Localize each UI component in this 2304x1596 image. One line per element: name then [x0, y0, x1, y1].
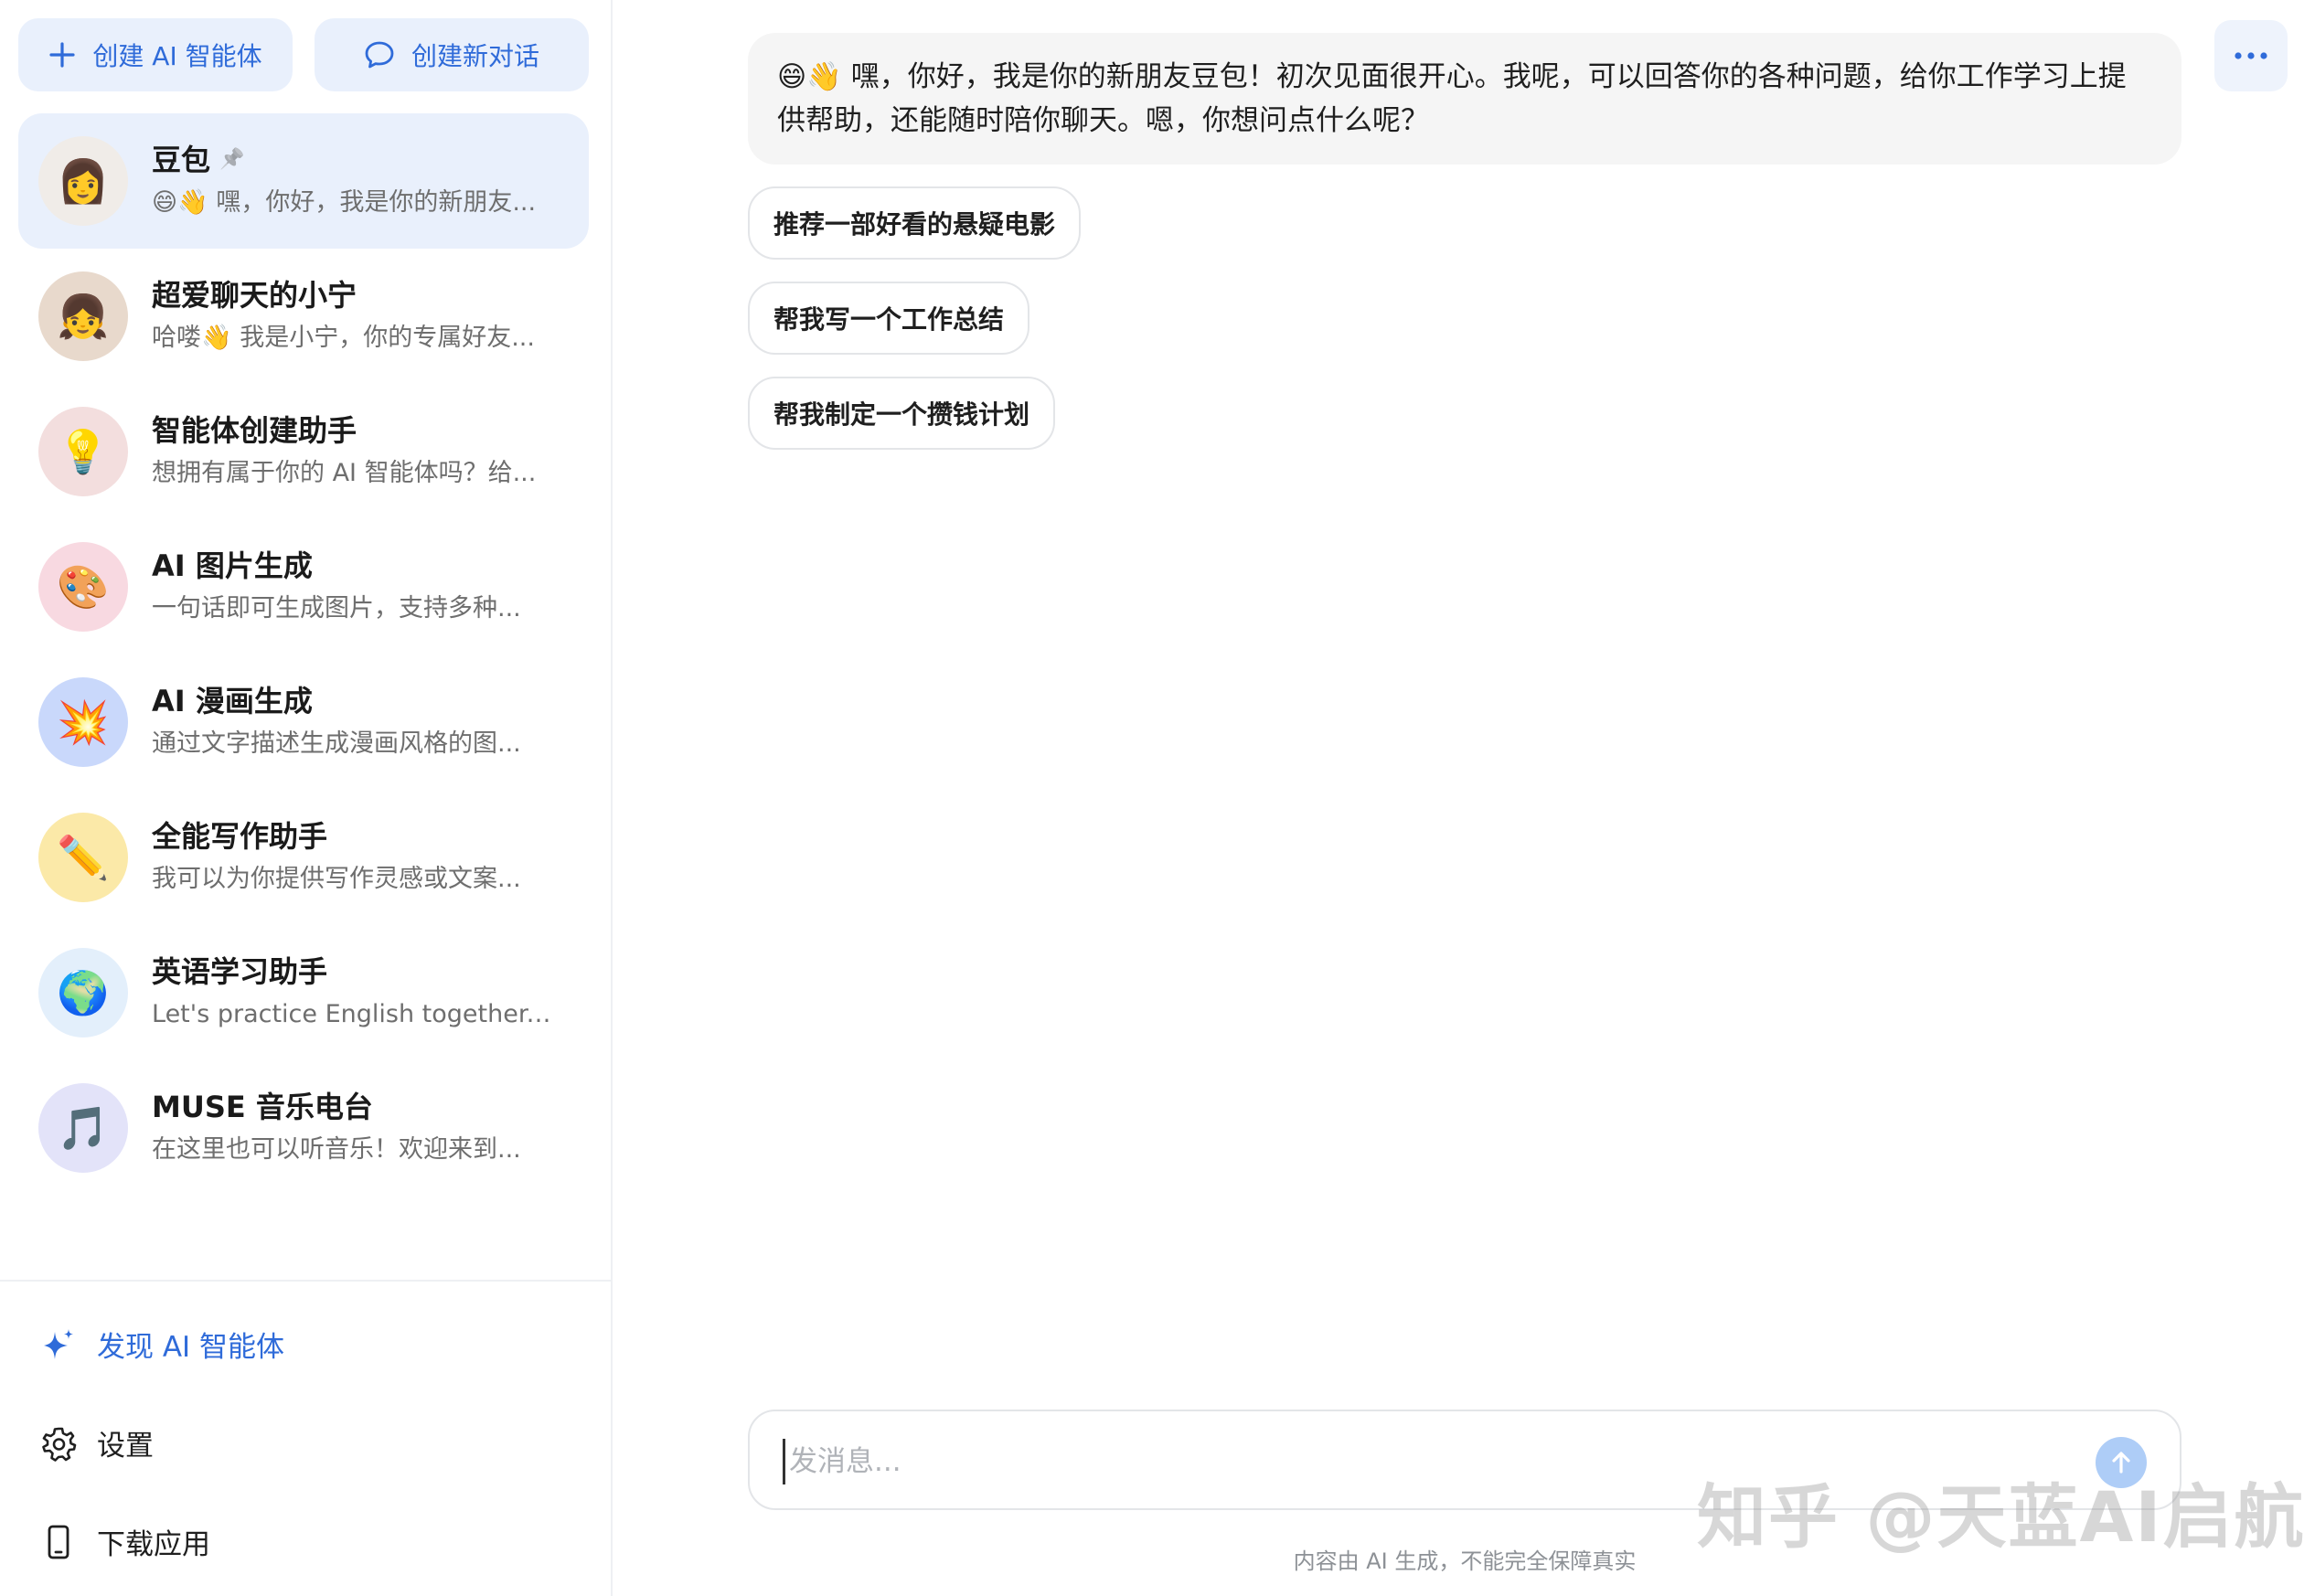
agent-item[interactable]: 💡 智能体创建助手想拥有属于你的 AI 智能体吗？给...: [18, 384, 589, 519]
agent-list: 👩 豆包 📌 😄👋 嘿，你好，我是你的新朋友... 👧 超爱聊天的小宁哈喽👋 我是小宁，你…: [18, 113, 589, 1196]
create-agent-label: 创建 AI 智能体: [92, 41, 262, 71]
agent-name-row: 智能体创建助手: [152, 410, 554, 451]
agent-preview: 我可以为你提供写作灵感或文案...: [152, 865, 521, 893]
agent-item[interactable]: 🎵 MUSE 音乐电台在这里也可以听音乐！欢迎来到...: [18, 1060, 589, 1196]
agent-name: 豆包: [152, 143, 211, 177]
agent-preview: 想拥有属于你的 AI 智能体吗？给...: [152, 459, 537, 487]
chat-bubble-icon: [365, 41, 394, 69]
agent-name: 英语学习助手: [152, 954, 328, 989]
download-label: 下载应用: [97, 1528, 210, 1561]
agent-text: AI 图片生成一句话即可生成图片，支持多种...: [152, 546, 554, 628]
agent-item[interactable]: 🎨 AI 图片生成一句话即可生成图片，支持多种...: [18, 519, 589, 654]
agent-name-row: 豆包 📌: [152, 140, 554, 180]
agent-name: MUSE 音乐电台: [152, 1090, 373, 1124]
download-app-link[interactable]: 下载应用: [40, 1521, 210, 1562]
arrow-up-icon: [2112, 1452, 2130, 1474]
agent-text: MUSE 音乐电台在这里也可以听音乐！欢迎来到...: [152, 1087, 554, 1169]
agent-text: AI 漫画生成通过文字描述生成漫画风格的图...: [152, 681, 554, 763]
new-chat-label: 创建新对话: [411, 41, 539, 71]
agent-avatar: ✏️: [38, 813, 128, 902]
agent-name-row: 英语学习助手: [152, 952, 554, 992]
divider: [0, 1280, 611, 1282]
sparkle-icon: [44, 1328, 73, 1359]
agent-avatar: 🎨: [38, 542, 128, 632]
agent-name: 全能写作助手: [152, 819, 328, 854]
agent-preview: Let's practice English together. ...: [152, 1000, 554, 1028]
agent-name: 智能体创建助手: [152, 413, 357, 448]
agent-name-row: MUSE 音乐电台: [152, 1087, 554, 1127]
settings-link[interactable]: 设置: [40, 1422, 154, 1463]
agent-preview: 😄👋 嘿，你好，我是你的新朋友...: [152, 188, 537, 217]
ai-disclaimer: 内容由 AI 生成，不能完全保障真实: [1293, 1548, 1637, 1574]
gear-icon: [42, 1427, 77, 1462]
agent-preview: 在这里也可以听音乐！欢迎来到...: [152, 1135, 521, 1164]
agent-avatar: 🎵: [38, 1083, 128, 1173]
agent-name-row: 全能写作助手: [152, 816, 554, 857]
message-composer: [748, 1410, 2181, 1510]
send-button[interactable]: [2096, 1437, 2147, 1488]
agent-item[interactable]: ✏️ 全能写作助手我可以为你提供写作灵感或文案...: [18, 790, 589, 925]
agent-name-row: AI 漫画生成: [152, 681, 554, 721]
agent-text: 超爱聊天的小宁哈喽👋 我是小宁，你的专属好友...: [152, 275, 554, 357]
agent-item[interactable]: 👩 豆包 📌 😄👋 嘿，你好，我是你的新朋友...: [18, 113, 589, 249]
chat-main: 😄👋 嘿，你好，我是你的新朋友豆包！初次见面很开心。我呢，可以回答你的各种问题，…: [614, 0, 2304, 1596]
phone-icon: [48, 1525, 69, 1559]
agent-name: 超爱聊天的小宁: [152, 278, 357, 313]
suggestion-chip[interactable]: 帮我制定一个攒钱计划: [748, 377, 1056, 450]
agent-avatar: 🌍: [38, 948, 128, 1037]
agent-text: 豆包 📌 😄👋 嘿，你好，我是你的新朋友...: [152, 140, 554, 222]
settings-label: 设置: [97, 1430, 154, 1463]
agent-text: 智能体创建助手想拥有属于你的 AI 智能体吗？给...: [152, 410, 554, 493]
agent-avatar: 💥: [38, 677, 128, 767]
new-chat-button[interactable]: 创建新对话: [315, 18, 589, 91]
more-options-button[interactable]: [2214, 20, 2288, 91]
pin-icon: 📌: [219, 148, 245, 171]
agent-avatar: 💡: [38, 407, 128, 496]
more-dots-icon: [2235, 52, 2267, 59]
agent-text: 英语学习助手 Let's practice English together. .…: [152, 952, 554, 1034]
agent-preview: 一句话即可生成图片，支持多种...: [152, 594, 521, 622]
suggestion-chip[interactable]: 推荐一部好看的悬疑电影: [748, 186, 1082, 260]
agent-item[interactable]: 👧 超爱聊天的小宁哈喽👋 我是小宁，你的专属好友...: [18, 249, 589, 384]
agent-text: 全能写作助手我可以为你提供写作灵感或文案...: [152, 816, 554, 899]
agent-name-row: AI 图片生成: [152, 546, 554, 586]
agent-preview: 哈喽👋 我是小宁，你的专属好友...: [152, 324, 535, 352]
agent-item[interactable]: 💥 AI 漫画生成通过文字描述生成漫画风格的图...: [18, 654, 589, 790]
agent-preview: 通过文字描述生成漫画风格的图...: [152, 729, 521, 758]
plus-icon: [49, 42, 75, 68]
bot-message: 😄👋 嘿，你好，我是你的新朋友豆包！初次见面很开心。我呢，可以回答你的各种问题，…: [748, 33, 2181, 165]
sidebar: 创建 AI 智能体 创建新对话 👩 豆包 📌 😄👋 嘿，你好，我是你的新朋友... 👧 超…: [0, 0, 613, 1596]
discover-label: 发现 AI 智能体: [97, 1331, 285, 1364]
suggestion-chip[interactable]: 帮我写一个工作总结: [748, 282, 1030, 355]
agent-avatar: 👧: [38, 271, 128, 361]
discover-agents-link[interactable]: 发现 AI 智能体: [40, 1324, 284, 1365]
create-agent-button[interactable]: 创建 AI 智能体: [18, 18, 293, 91]
agent-name: AI 图片生成: [152, 548, 313, 583]
agent-item[interactable]: 🌍 英语学习助手 Let's practice English together. …: [18, 925, 589, 1060]
agent-avatar: 👩: [38, 136, 128, 226]
message-input[interactable]: [783, 1439, 2063, 1484]
agent-name: AI 漫画生成: [152, 684, 313, 718]
agent-name-row: 超爱聊天的小宁: [152, 275, 554, 315]
